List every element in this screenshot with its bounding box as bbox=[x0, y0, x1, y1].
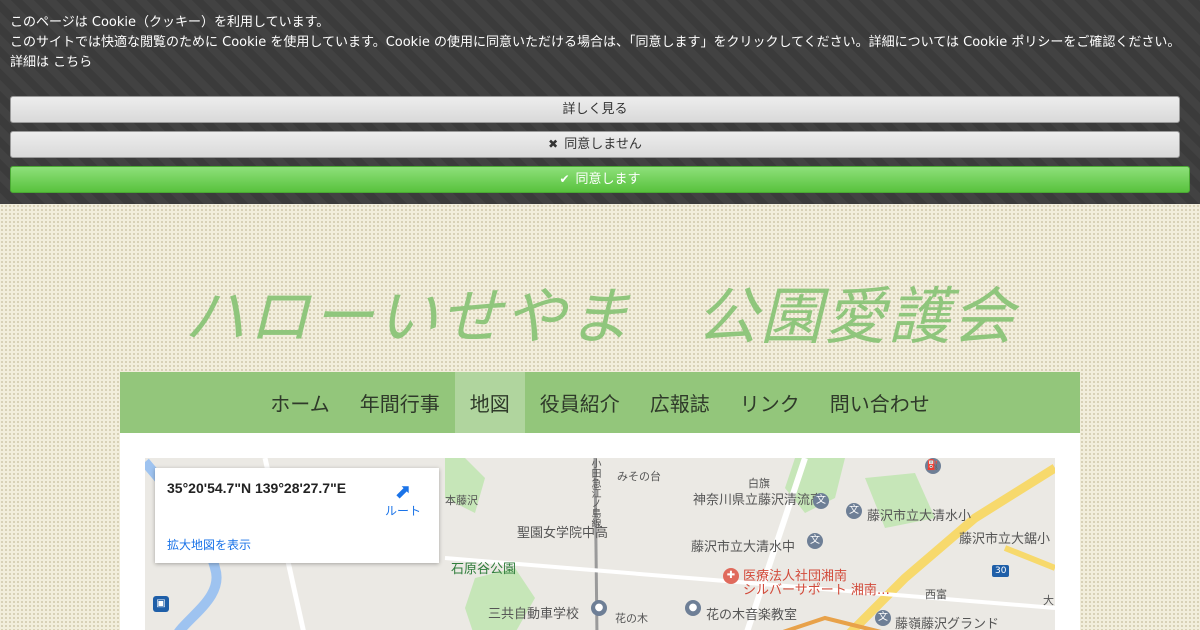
cookie-detail-link[interactable]: こちら bbox=[53, 55, 92, 70]
route-button[interactable]: ⬈ ルート bbox=[379, 480, 427, 519]
main-nav: ホーム 年間行事 地図 役員紹介 広報誌 リンク 問い合わせ bbox=[120, 372, 1080, 433]
road-number-badge: 30 bbox=[992, 565, 1010, 577]
map-label-ishiharaya: 石原谷公園 bbox=[451, 562, 517, 577]
cookie-detail-prefix: 詳細は bbox=[10, 55, 50, 70]
school-icon: 文 bbox=[807, 533, 823, 549]
school-icon: 文 bbox=[813, 493, 829, 509]
close-icon: ✖ bbox=[548, 137, 559, 151]
location-pin-icon: ● bbox=[685, 600, 701, 616]
cookie-more-label: 詳しく見る bbox=[562, 102, 628, 117]
hospital-icon: ✚ bbox=[723, 568, 739, 584]
enlarge-map-link[interactable]: 拡大地図を表示 bbox=[167, 536, 251, 553]
map-info-card: 35°20'54.7"N 139°28'27.7"E ⬈ ルート 拡大地図を表示 bbox=[155, 468, 439, 563]
content-area: 本藤沢 みその台 白旗 神奈川県立藤沢清流高 文 文 藤沢市立大清水小 藤沢市立… bbox=[120, 433, 1080, 630]
map-label-shonan-2: シルバーサポート 湘南… bbox=[743, 583, 890, 598]
directions-icon: ⬈ bbox=[394, 479, 412, 503]
map-label-oshiro: 藤沢市立大鋸小 bbox=[959, 532, 1051, 547]
cookie-detail: 詳細は こちら bbox=[10, 53, 1180, 73]
map-label-hananoki-music: 花の木音楽教室 bbox=[706, 608, 798, 623]
fuel-station-icon: ⛽ bbox=[925, 458, 941, 474]
school-icon: 文 bbox=[846, 503, 862, 519]
school-icon: 文 bbox=[875, 610, 891, 626]
embedded-map[interactable]: 本藤沢 みその台 白旗 神奈川県立藤沢清流高 文 文 藤沢市立大清水小 藤沢市立… bbox=[145, 458, 1055, 630]
cookie-more-button[interactable]: 詳しく見る bbox=[10, 96, 1180, 123]
cookie-decline-label: 同意しません bbox=[564, 137, 642, 152]
cookie-message: このページは Cookie（クッキー）を利用しています。 このサイトでは快適な閲… bbox=[10, 13, 1180, 73]
cookie-line-1: このページは Cookie（クッキー）を利用しています。 bbox=[10, 15, 330, 30]
check-icon: ✔ bbox=[559, 172, 570, 186]
map-label-nishitomi: 西富 bbox=[925, 588, 947, 601]
map-coordinates: 35°20'54.7"N 139°28'27.7"E bbox=[167, 480, 347, 496]
map-label-daiku: 大 bbox=[1043, 594, 1054, 607]
cookie-banner: このページは Cookie（クッキー）を利用しています。 このサイトでは快適な閲… bbox=[0, 0, 1200, 204]
cookie-accept-label: 同意します bbox=[575, 172, 641, 187]
nav-item-officers[interactable]: 役員紹介 bbox=[525, 372, 635, 433]
nav-item-newsletter[interactable]: 広報誌 bbox=[635, 372, 725, 433]
cookie-decline-button[interactable]: ✖ 同意しません bbox=[10, 131, 1180, 158]
nav-item-map[interactable]: 地図 bbox=[454, 372, 525, 433]
map-label-hananoki: 花の木 bbox=[615, 612, 648, 625]
map-label-oshimizu-sho: 藤沢市立大清水小 bbox=[867, 509, 972, 524]
cookie-accept-button[interactable]: ✔ 同意します bbox=[10, 166, 1190, 193]
map-label-motofujisawa: 本藤沢 bbox=[445, 494, 478, 507]
map-label-railway: 小田急江ノ島線 bbox=[589, 458, 600, 528]
nav-item-home[interactable]: ホーム bbox=[255, 372, 344, 433]
map-label-misonodai: みその台 bbox=[617, 470, 661, 483]
nav-item-events[interactable]: 年間行事 bbox=[345, 372, 455, 433]
location-pin-icon: ● bbox=[591, 600, 607, 616]
map-label-fujirei: 藤嶺藤沢グランド bbox=[895, 617, 1000, 630]
nav-item-contact[interactable]: 問い合わせ bbox=[815, 372, 945, 433]
route-label: ルート bbox=[384, 504, 421, 518]
road-yellow-2 bbox=[1003, 545, 1055, 571]
bus-stop-icon: ▣ bbox=[153, 596, 169, 612]
map-label-seiryu: 神奈川県立藤沢清流高 bbox=[693, 493, 824, 508]
map-label-sankyo: 三共自動車学校 bbox=[488, 607, 580, 622]
site-title[interactable]: ハローいせやま 公園愛護会 bbox=[0, 272, 1200, 362]
map-label-oshimizu-chu: 藤沢市立大清水中 bbox=[691, 540, 796, 555]
cookie-line-2: このサイトでは快適な閲覧のために Cookie を使用しています。Cookie … bbox=[10, 35, 1181, 50]
nav-item-links[interactable]: リンク bbox=[725, 372, 815, 433]
